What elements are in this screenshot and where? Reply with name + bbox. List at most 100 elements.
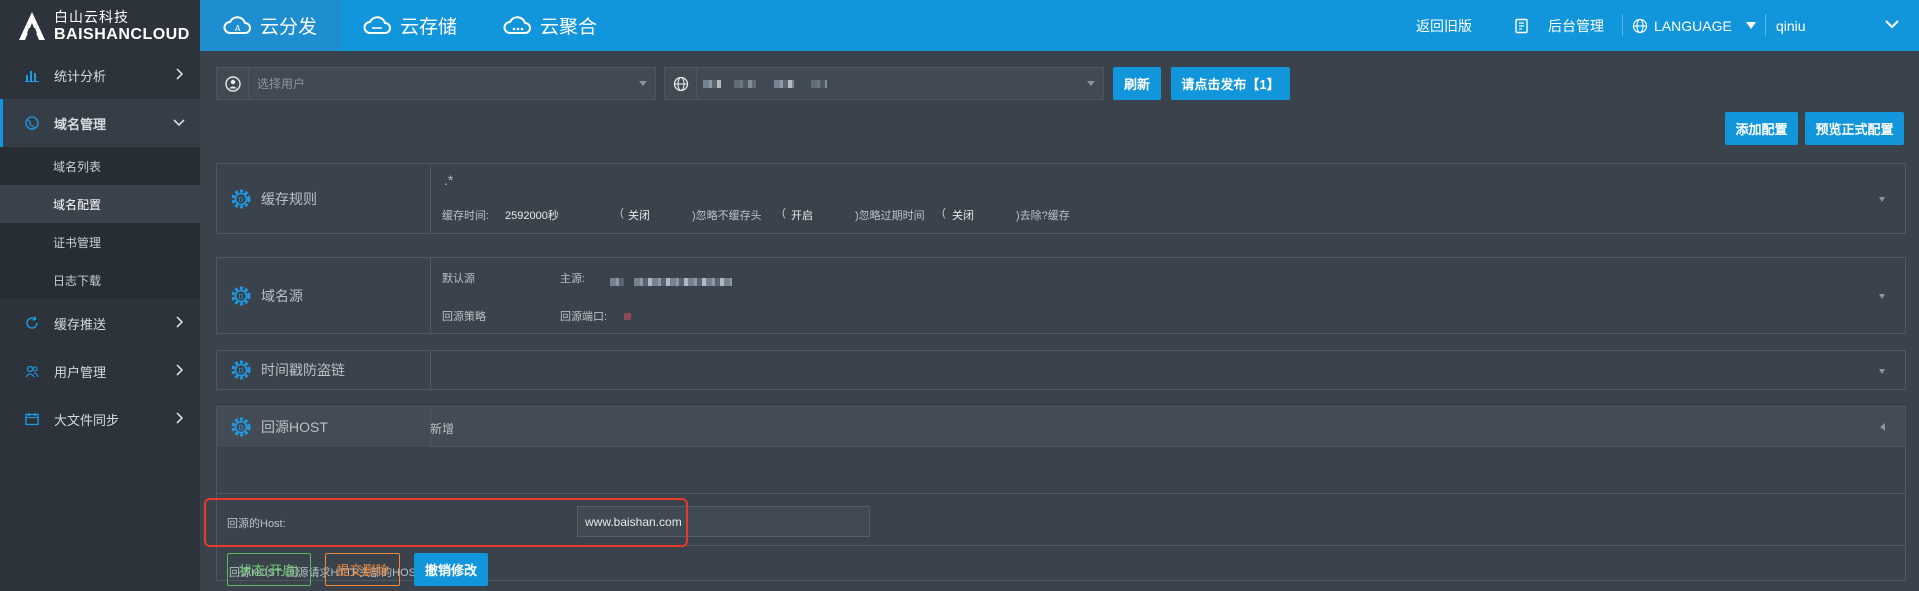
tab-cloud-aggregation[interactable]: 云聚合 bbox=[480, 0, 619, 51]
ignore-expire-status: 开启 bbox=[791, 210, 813, 222]
chevron-right-icon bbox=[176, 68, 184, 80]
back-port-blurred-value bbox=[624, 313, 631, 320]
publish-button-label: 请点击发布【1】 bbox=[1181, 77, 1280, 92]
strip-cache-label: )去除?缓存 bbox=[1016, 210, 1070, 222]
add-config-label: 添加配置 bbox=[1735, 122, 1788, 137]
tab-cloud-storage[interactable]: 云存储 bbox=[340, 0, 479, 51]
domain-origin-panel[interactable]: D 域名源 默认源 主源: 回源策略 回源端口: bbox=[216, 257, 1906, 334]
highlight-box bbox=[204, 498, 688, 547]
caret-left-icon[interactable] bbox=[1880, 423, 1885, 431]
add-new-link[interactable]: 新增 bbox=[430, 420, 454, 437]
host-panel-header[interactable] bbox=[217, 407, 1905, 447]
undo-changes-label: 撤销修改 bbox=[424, 563, 477, 578]
paren-open: ( bbox=[782, 207, 786, 219]
domain-select-blurred-value bbox=[703, 77, 828, 91]
sidebar-subitem-domain-list[interactable]: 域名列表 bbox=[0, 147, 200, 185]
chevron-right-icon bbox=[176, 364, 184, 376]
panel-title: D 缓存规则 bbox=[217, 164, 431, 233]
submit-delete-button[interactable]: 提交删除 bbox=[325, 553, 400, 586]
subitem-label: 证书管理 bbox=[53, 235, 102, 250]
user-select-placeholder: 选择用户 bbox=[257, 77, 306, 91]
undo-changes-button[interactable]: 撤销修改 bbox=[414, 553, 488, 586]
cloud-aggregate-icon bbox=[503, 15, 531, 34]
svg-text:D: D bbox=[238, 367, 243, 375]
sidebar-subitem-cert-management[interactable]: 证书管理 bbox=[0, 223, 200, 261]
chevron-right-icon bbox=[176, 316, 184, 328]
paren-open: ( bbox=[620, 207, 624, 219]
panel-title-text: 时间戳防盗链 bbox=[261, 362, 345, 378]
back-old-version-link[interactable]: 返回旧版 bbox=[1416, 0, 1472, 51]
sidebar-item-cache-push[interactable]: 缓存推送 bbox=[0, 299, 200, 347]
panel-title: D 域名源 bbox=[217, 258, 431, 333]
divider bbox=[1765, 14, 1766, 36]
primary-source-blurred-value bbox=[610, 273, 733, 291]
users-icon bbox=[24, 363, 40, 379]
back-port-label: 回源端口: bbox=[560, 311, 608, 323]
sidebar-item-label: 用户管理 bbox=[54, 364, 107, 380]
top-navbar: 白山云科技 BAISHANCLOUD A 云分发 云存储 云聚合 返回旧版 后台… bbox=[0, 0, 1919, 51]
panel-title-text: 域名源 bbox=[261, 287, 303, 304]
sidebar-item-domain-management[interactable]: 域名管理 bbox=[0, 99, 200, 147]
globe-icon bbox=[24, 115, 40, 131]
timestamp-antileech-panel[interactable]: D 时间戳防盗链 bbox=[216, 350, 1906, 390]
default-source-label: 默认源 bbox=[442, 273, 475, 285]
divider bbox=[1622, 14, 1623, 36]
cache-time-label: 缓存时间: bbox=[442, 210, 490, 222]
caret-down-icon[interactable] bbox=[1879, 197, 1885, 202]
caret-down-icon bbox=[1087, 81, 1095, 86]
caret-down-icon[interactable] bbox=[1879, 369, 1885, 374]
strip-cache-status: 关闭 bbox=[952, 210, 974, 222]
chevron-right-icon bbox=[176, 412, 184, 424]
panel-title-text: 缓存规则 bbox=[261, 190, 317, 207]
add-config-button[interactable]: 添加配置 bbox=[1725, 112, 1798, 145]
preview-config-label: 预览正式配置 bbox=[1815, 122, 1894, 137]
calendar-icon bbox=[24, 411, 40, 427]
svg-text:A: A bbox=[235, 24, 241, 33]
paren-open: ( bbox=[942, 207, 946, 219]
back-old-label: 返回旧版 bbox=[1416, 17, 1472, 34]
cache-rule-panel[interactable]: D 缓存规则 .* 缓存时间: 2592000秒 ( 关闭 )忽略不缓存头 ( … bbox=[216, 163, 1906, 234]
sidebar-item-user-management[interactable]: 用户管理 bbox=[0, 347, 200, 395]
brand-logo[interactable]: 白山云科技 BAISHANCLOUD bbox=[0, 0, 200, 51]
tab-cloud-distribution[interactable]: A 云分发 bbox=[200, 0, 340, 51]
user-select[interactable]: 选择用户 bbox=[216, 67, 656, 100]
sidebar-item-label: 缓存推送 bbox=[54, 316, 107, 332]
tab-label: 云存储 bbox=[400, 17, 458, 38]
admin-label: 后台管理 bbox=[1548, 17, 1604, 34]
chevron-down-icon[interactable] bbox=[1884, 17, 1900, 35]
sidebar-item-statistics[interactable]: 统计分析 bbox=[0, 51, 200, 99]
gear-icon: D bbox=[231, 189, 251, 208]
username: qiniu bbox=[1776, 17, 1806, 34]
admin-link[interactable]: 后台管理 bbox=[1514, 0, 1604, 51]
divider bbox=[217, 493, 1905, 494]
brand-en: BAISHANCLOUD bbox=[54, 25, 190, 43]
globe-icon bbox=[665, 68, 697, 99]
language-dropdown[interactable]: LANGUAGE bbox=[1632, 0, 1756, 51]
cloud-a-icon: A bbox=[223, 15, 251, 34]
sidebar-item-large-file-sync[interactable]: 大文件同步 bbox=[0, 395, 200, 443]
sidebar-subitem-log-download[interactable]: 日志下载 bbox=[0, 261, 200, 299]
status-toggle-label: 状态(开启) bbox=[238, 563, 300, 578]
user-circle-icon bbox=[217, 68, 249, 99]
domain-select[interactable] bbox=[664, 67, 1104, 100]
panel-title: D 时间戳防盗链 bbox=[217, 351, 431, 389]
preview-config-button[interactable]: 预览正式配置 bbox=[1805, 112, 1904, 145]
bar-chart-icon bbox=[24, 67, 40, 83]
user-menu[interactable]: qiniu bbox=[1776, 0, 1806, 51]
caret-down-icon[interactable] bbox=[1879, 294, 1885, 299]
brand-cn: 白山云科技 bbox=[54, 8, 129, 25]
refresh-button[interactable]: 刷新 bbox=[1113, 67, 1161, 100]
sidebar-subitem-domain-config[interactable]: 域名配置 bbox=[0, 185, 200, 223]
panel-title-text: 回源HOST bbox=[261, 419, 328, 435]
cache-time-value: 2592000秒 bbox=[505, 210, 559, 222]
publish-button[interactable]: 请点击发布【1】 bbox=[1171, 67, 1290, 100]
svg-text:D: D bbox=[238, 424, 243, 432]
language-label: LANGUAGE bbox=[1654, 17, 1732, 34]
svg-text:D: D bbox=[238, 293, 243, 301]
back-strategy-label: 回源策略 bbox=[442, 311, 486, 323]
subitem-label: 域名配置 bbox=[53, 197, 102, 212]
status-toggle-button[interactable]: 状态(开启) bbox=[227, 553, 311, 586]
submit-delete-label: 提交删除 bbox=[336, 563, 389, 578]
subitem-label: 日志下载 bbox=[53, 273, 102, 288]
main-content: 选择用户 刷新 请点击发布【1】 添加配置 预览正式配置 D 缓存规则 .* 缓… bbox=[200, 51, 1919, 591]
